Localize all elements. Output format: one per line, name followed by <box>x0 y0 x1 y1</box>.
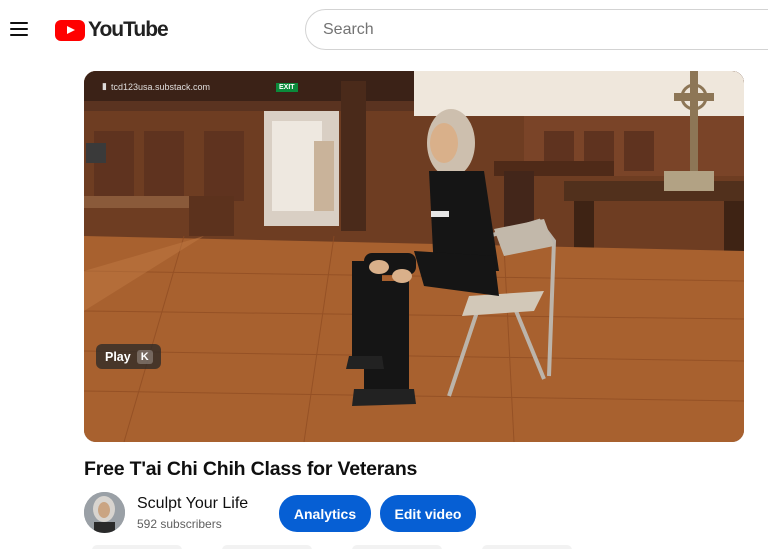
keyboard-shortcut-badge: K <box>136 349 153 364</box>
channel-name[interactable]: Sculpt Your Life <box>137 495 248 513</box>
video-title: Free T'ai Chi Chih Class for Veterans <box>84 458 418 480</box>
edit-video-button[interactable]: Edit video <box>380 495 476 532</box>
youtube-logo[interactable]: YouTube <box>55 18 169 42</box>
play-label: Play <box>105 349 131 364</box>
search-input[interactable] <box>323 20 768 39</box>
search-box[interactable] <box>305 9 768 50</box>
youtube-logo-icon <box>55 19 85 41</box>
action-chips-row <box>92 545 572 549</box>
watermark-text: tcd123usa.substack.com <box>110 81 211 92</box>
channel-avatar[interactable] <box>84 492 125 533</box>
video-frame <box>84 71 744 442</box>
channel-watermark: ▮ tcd123usa.substack.com <box>102 81 210 92</box>
play-button[interactable]: Play K <box>96 344 161 369</box>
analytics-button[interactable]: Analytics <box>279 495 371 532</box>
chip[interactable] <box>352 545 442 549</box>
chip[interactable] <box>222 545 312 549</box>
bookmark-icon: ▮ <box>102 81 107 91</box>
chip[interactable] <box>482 545 572 549</box>
chip[interactable] <box>92 545 182 549</box>
subscriber-count: 592 subscribers <box>137 517 222 531</box>
video-player[interactable]: ▮ tcd123usa.substack.com EXIT Play K <box>84 71 744 442</box>
exit-sign: EXIT <box>276 83 298 92</box>
menu-icon[interactable] <box>6 15 34 43</box>
logo-text: YouTube <box>88 18 169 41</box>
